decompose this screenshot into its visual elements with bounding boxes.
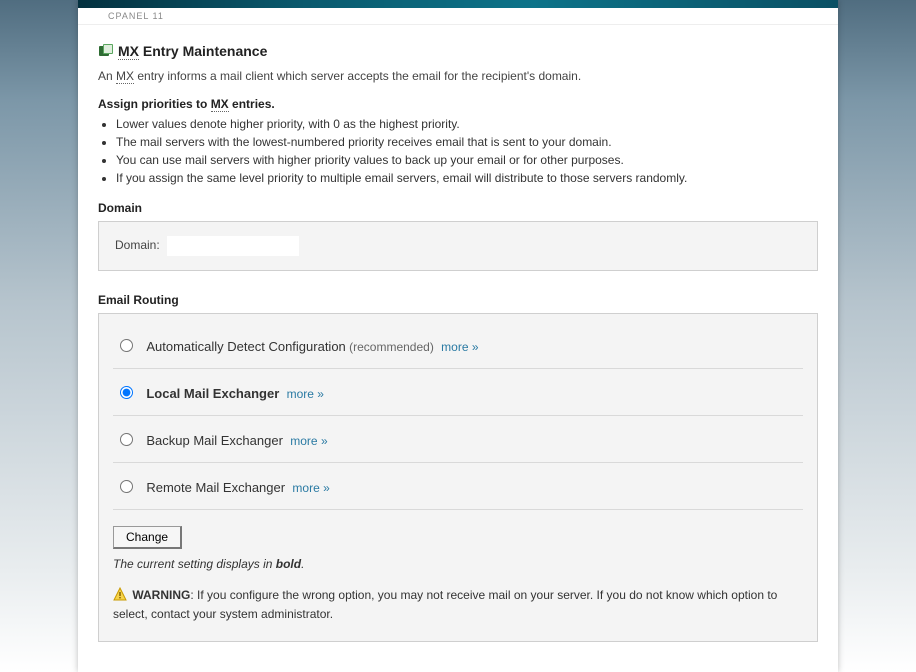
warning-icon (113, 587, 127, 606)
priority-bullet: If you assign the same level priority to… (116, 171, 818, 185)
priorities-heading-before: Assign priorities to (98, 97, 211, 111)
priorities-heading-mx: MX (211, 97, 229, 112)
warning-text: : If you configure the wrong option, you… (113, 588, 777, 621)
routing-radio-remote[interactable] (120, 480, 133, 493)
priorities-heading-after: entries. (229, 97, 275, 111)
routing-label: Local Mail Exchanger (146, 386, 279, 401)
routing-heading: Email Routing (98, 293, 818, 307)
routing-label: Automatically Detect Configuration (146, 339, 345, 354)
note-bold: bold (276, 557, 301, 571)
priority-bullet: You can use mail servers with higher pri… (116, 153, 818, 167)
more-link[interactable]: more » (287, 387, 324, 401)
warning-block: WARNING: If you configure the wrong opti… (113, 587, 803, 623)
domain-heading: Domain (98, 201, 818, 215)
change-row: Change (113, 510, 803, 549)
note-after: . (301, 557, 304, 571)
more-link[interactable]: more » (441, 340, 478, 354)
page-title: MX Entry Maintenance (98, 43, 818, 59)
top-banner (78, 0, 838, 8)
routing-suffix: (recommended) (349, 340, 434, 354)
priorities-heading: Assign priorities to MX entries. (98, 97, 818, 111)
title-rest: Entry Maintenance (139, 43, 267, 59)
title-mx: MX (118, 43, 139, 60)
routing-radio-auto[interactable] (120, 339, 133, 352)
intro-mx: MX (116, 69, 134, 84)
current-setting-note: The current setting displays in bold. (113, 557, 803, 571)
domain-input[interactable] (167, 236, 299, 256)
domain-row: Domain: (115, 236, 801, 256)
routing-panel: Automatically Detect Configuration (reco… (98, 313, 818, 642)
page-container: CPANEL 11 MX Entry Maintenance An MX ent… (78, 0, 838, 672)
intro-text: An MX entry informs a mail client which … (98, 69, 818, 83)
mx-icon (98, 43, 114, 59)
content-area: MX Entry Maintenance An MX entry informs… (78, 25, 838, 672)
domain-panel: Domain: (98, 221, 818, 271)
routing-label: Remote Mail Exchanger (146, 480, 285, 495)
routing-radio-backup[interactable] (120, 433, 133, 446)
priorities-list: Lower values denote higher priority, wit… (116, 117, 818, 185)
more-link[interactable]: more » (290, 434, 327, 448)
intro-before: An (98, 69, 116, 83)
note-before: The current setting displays in (113, 557, 276, 571)
priority-bullet: Lower values denote higher priority, wit… (116, 117, 818, 131)
routing-option-remote[interactable]: Remote Mail Exchanger more » (113, 463, 803, 510)
subheader-bar: CPANEL 11 (78, 8, 838, 25)
routing-option-backup[interactable]: Backup Mail Exchanger more » (113, 416, 803, 463)
change-button[interactable]: Change (113, 526, 182, 549)
more-link[interactable]: more » (292, 481, 329, 495)
routing-option-auto[interactable]: Automatically Detect Configuration (reco… (113, 322, 803, 369)
warning-label: WARNING (132, 588, 190, 602)
routing-option-local[interactable]: Local Mail Exchanger more » (113, 369, 803, 416)
intro-after: entry informs a mail client which server… (134, 69, 581, 83)
routing-label: Backup Mail Exchanger (146, 433, 283, 448)
priority-bullet: The mail servers with the lowest-numbere… (116, 135, 818, 149)
domain-label: Domain: (115, 238, 160, 252)
routing-radio-local[interactable] (120, 386, 133, 399)
